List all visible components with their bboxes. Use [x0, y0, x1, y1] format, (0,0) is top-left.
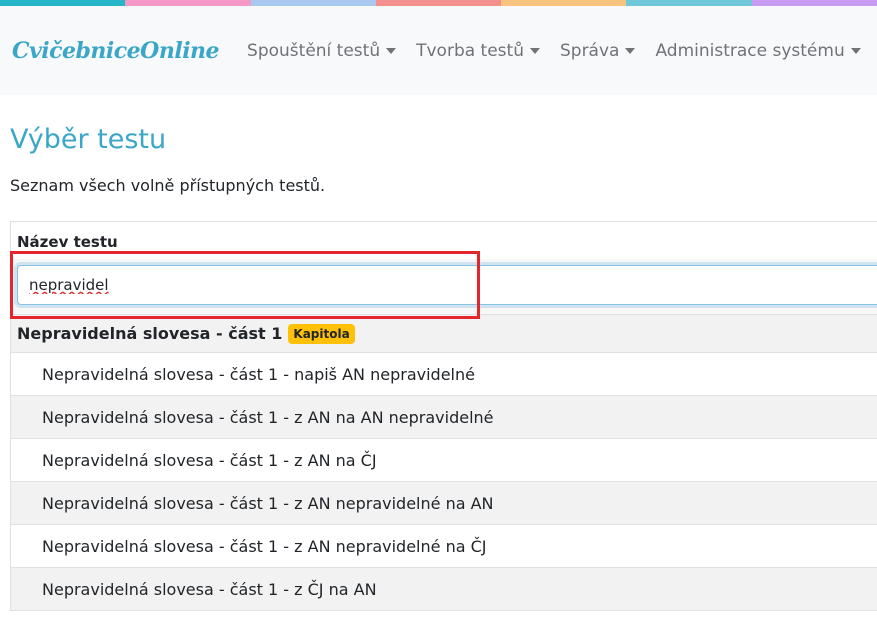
nav-administrace-systemu[interactable]: Administrace systému	[655, 40, 861, 61]
test-row[interactable]: Nepravidelná slovesa - část 1 - z AN na …	[11, 439, 877, 482]
chapter-badge: Kapitola	[288, 323, 355, 344]
rainbow-segment	[751, 0, 877, 6]
rainbow-segment	[375, 0, 502, 6]
test-row[interactable]: Nepravidelná slovesa - část 1 - z AN nep…	[11, 525, 877, 568]
filter-cell	[11, 259, 877, 315]
caret-down-icon	[625, 47, 636, 54]
nav-label: Administrace systému	[655, 40, 845, 61]
rainbow-segment	[0, 0, 126, 6]
rainbow-stripe	[0, 0, 877, 6]
brand-logo[interactable]: CvičebniceOnline	[12, 38, 220, 64]
chapter-title: Nepravidelná slovesa - část 1	[17, 324, 283, 343]
nav-sprava[interactable]: Správa	[559, 40, 636, 61]
page-title: Výběr testu	[10, 124, 167, 155]
rainbow-segment	[501, 0, 627, 6]
nav-label: Tvorba testů	[416, 40, 524, 61]
caret-down-icon	[386, 47, 397, 54]
nav-tvorba-testu[interactable]: Tvorba testů	[416, 41, 540, 61]
caret-down-icon	[850, 47, 861, 54]
page-description: Seznam všech volně přístupných testů.	[10, 176, 326, 195]
test-row[interactable]: Nepravidelná slovesa - část 1 - napiš AN…	[11, 353, 877, 396]
test-row[interactable]: Nepravidelná slovesa - část 1 - z ČJ na …	[11, 568, 877, 611]
top-navbar: CvičebniceOnline Spouštění testů Tvorba …	[0, 6, 877, 95]
test-name-filter-input[interactable]	[17, 265, 877, 305]
chapter-row[interactable]: Nepravidelná slovesa - část 1 Kapitola	[11, 315, 877, 353]
test-row[interactable]: Nepravidelná slovesa - část 1 - z AN nep…	[11, 482, 877, 525]
test-row[interactable]: Nepravidelná slovesa - část 1 - z AN na …	[11, 396, 877, 439]
rainbow-segment	[250, 0, 376, 6]
nav-label: Spouštění testů	[247, 40, 381, 61]
nav-label: Správa	[559, 40, 620, 61]
tests-table: Název testu Nepravidelná slovesa - část …	[10, 221, 877, 611]
rainbow-segment	[626, 0, 752, 6]
caret-down-icon	[529, 47, 540, 54]
nav-spousteni-testu[interactable]: Spouštění testů	[247, 40, 397, 61]
rainbow-segment	[125, 0, 251, 6]
column-header-test-name: Název testu	[17, 233, 118, 251]
